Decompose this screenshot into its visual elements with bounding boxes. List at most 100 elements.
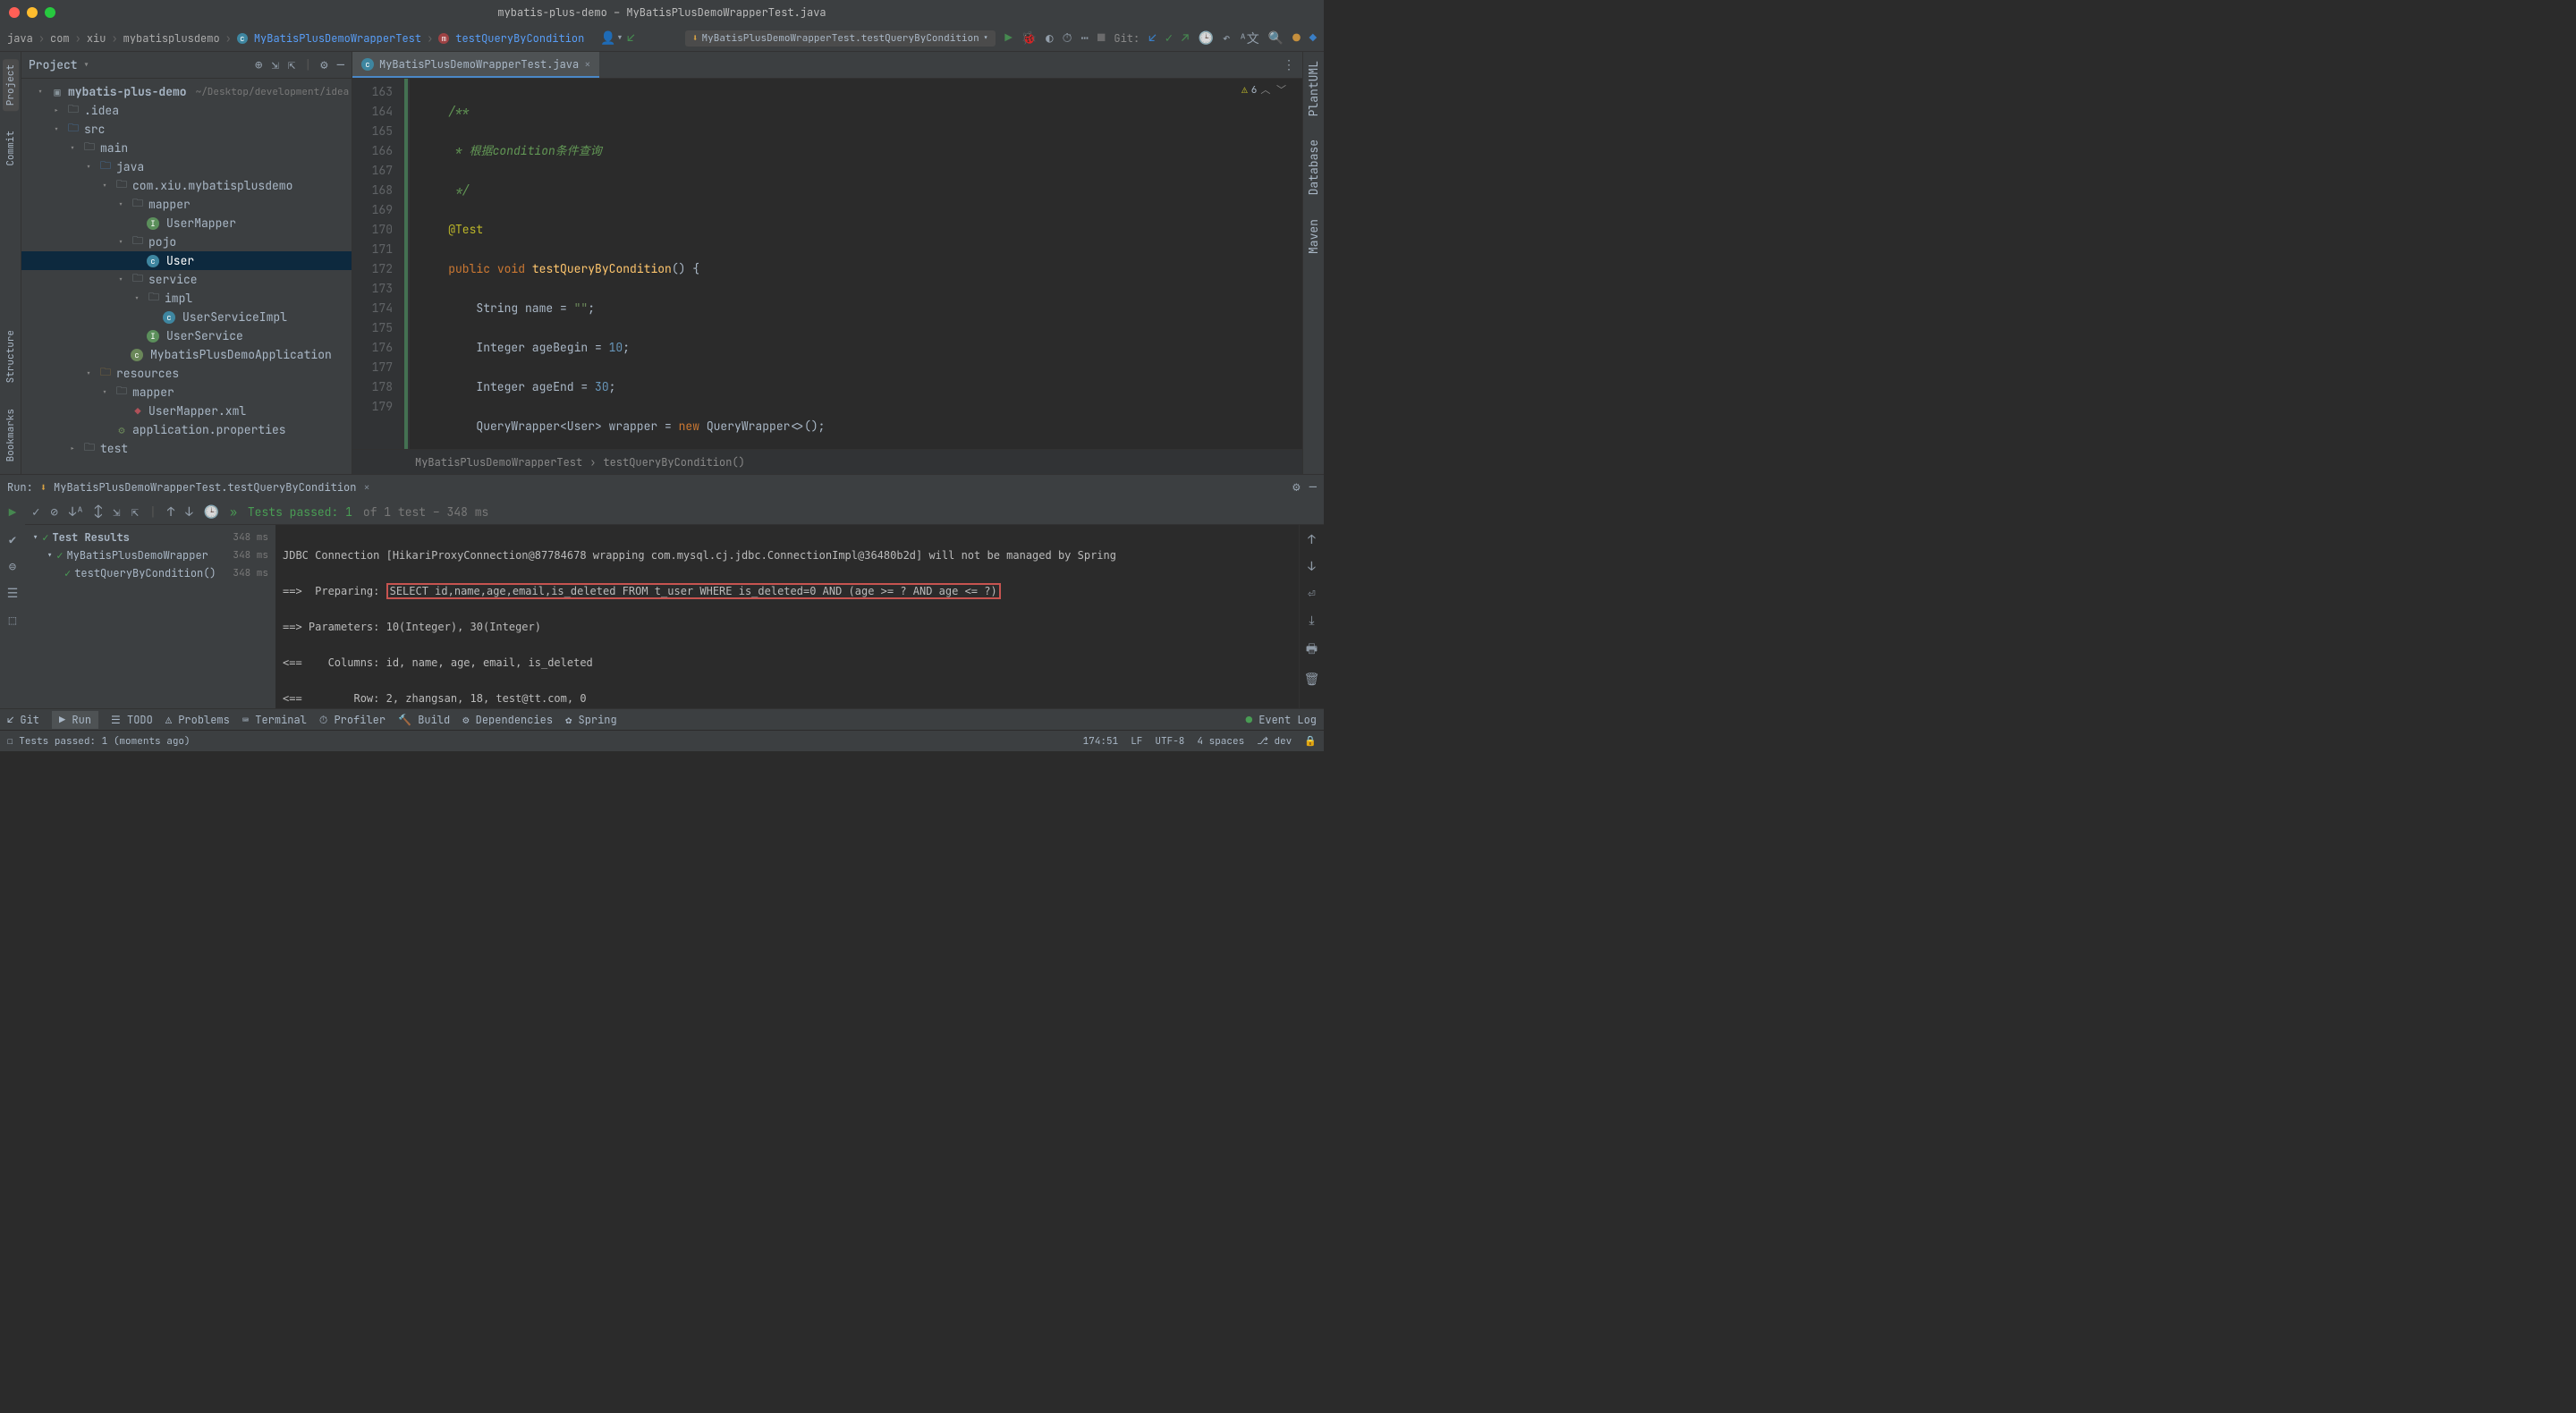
tool-bookmarks[interactable]: Bookmarks	[3, 403, 19, 467]
debug-button[interactable]: 🐞	[1021, 30, 1037, 47]
tab-build[interactable]: 🔨 Build	[398, 713, 450, 727]
stop-button[interactable]: ■	[1097, 30, 1105, 47]
tab-spring[interactable]: ✿ Spring	[565, 713, 617, 727]
tab-terminal[interactable]: ⌨ Terminal	[242, 713, 307, 727]
test-tree[interactable]: ▾ ✓ Test Results348 ms ▾ ✓ MyBatisPlusDe…	[25, 525, 275, 708]
status-pos[interactable]: 174:51	[1083, 735, 1119, 748]
clear-icon[interactable]: 🗑	[1304, 672, 1320, 688]
hide-panel-icon[interactable]: —	[337, 57, 344, 73]
status-line-sep[interactable]: LF	[1131, 735, 1142, 748]
status-branch[interactable]: ⎇ dev	[1257, 735, 1292, 748]
status-encoding[interactable]: UTF-8	[1155, 735, 1184, 748]
settings-icon[interactable]: ⚙	[320, 57, 327, 73]
tree-userservice[interactable]: IUserService	[21, 326, 352, 345]
run-tab-label[interactable]: MyBatisPlusDemoWrapperTest.testQueryByCo…	[54, 480, 356, 495]
tool-project[interactable]: Project	[3, 59, 19, 111]
tree-userserviceimpl[interactable]: cUserServiceImpl	[21, 308, 352, 326]
tree-usermapper-xml[interactable]: ◆UserMapper.xml	[21, 402, 352, 420]
tree-impl[interactable]: ▾🗀impl	[21, 289, 352, 308]
exit-icon[interactable]: ⬚	[9, 613, 16, 629]
tree-user[interactable]: cUser	[21, 251, 352, 270]
git-rollback-icon[interactable]: ↶	[1223, 30, 1230, 47]
attach-button[interactable]: ⋯	[1081, 30, 1089, 47]
search-icon[interactable]: 🔍	[1268, 30, 1284, 47]
breadcrumb-com[interactable]: com	[50, 31, 70, 46]
disabled-icon[interactable]: ⊘	[50, 504, 57, 520]
ide-settings-icon[interactable]: ◆	[1309, 30, 1317, 47]
status-indent[interactable]: 4 spaces	[1197, 735, 1244, 748]
tab-dependencies[interactable]: ⚙ Dependencies	[462, 713, 553, 727]
project-tree[interactable]: ▾▣mybatis-plus-demo~/Desktop/development…	[21, 79, 352, 461]
console-output[interactable]: JDBC Connection [HikariProxyConnection@8…	[275, 525, 1299, 708]
minimize-window[interactable]	[27, 7, 38, 18]
hide-run-icon[interactable]: —	[1309, 479, 1317, 495]
tree-appprops[interactable]: ⚙application.properties	[21, 420, 352, 439]
tree-resources[interactable]: ▾🗀resources	[21, 364, 352, 383]
git-update-icon[interactable]: ↙	[1148, 30, 1156, 47]
stop-icon[interactable]: ✔	[9, 532, 16, 548]
test-method[interactable]: ✓ testQueryByCondition()348 ms	[25, 564, 275, 582]
pin-icon[interactable]: ☰	[7, 586, 19, 602]
tree-main[interactable]: ▾🗀main	[21, 139, 352, 157]
maximize-window[interactable]	[45, 7, 55, 18]
translate-icon[interactable]: ᴬ文	[1239, 30, 1258, 47]
gear-icon[interactable]: ⚙	[1292, 479, 1300, 495]
locate-icon[interactable]: ⊕	[255, 57, 262, 73]
collapse-icon[interactable]: ⇱	[131, 504, 139, 520]
close-tab-icon[interactable]: ×	[584, 57, 590, 72]
editor-tab[interactable]: c MyBatisPlusDemoWrapperTest.java ×	[352, 52, 599, 78]
profile-button[interactable]: ⏱	[1063, 30, 1072, 47]
check-icon[interactable]: ✓	[32, 504, 39, 520]
tab-problems[interactable]: ⚠ Problems	[165, 713, 230, 727]
back-icon[interactable]: ↙	[627, 30, 634, 47]
tree-mapper[interactable]: ▾🗀mapper	[21, 195, 352, 214]
tool-plantuml[interactable]: PlantUML	[1304, 55, 1323, 122]
user-icon[interactable]: 👤▾	[600, 30, 623, 47]
clock-icon[interactable]: 🕒	[204, 504, 219, 520]
project-label[interactable]: Project	[29, 57, 78, 72]
git-push-icon[interactable]: ↗	[1182, 30, 1189, 47]
coverage-button[interactable]: ◐	[1046, 30, 1053, 47]
expand-all-icon[interactable]: ⇲	[271, 57, 278, 73]
breadcrumb-xiu[interactable]: xiu	[87, 31, 106, 46]
rerun-icon[interactable]: ▶	[9, 505, 16, 521]
up-icon[interactable]: ↑	[167, 504, 174, 520]
tree-pkg[interactable]: ▾🗀com.xiu.mybatisplusdemo	[21, 176, 352, 195]
avatar-icon[interactable]: ●	[1292, 30, 1300, 47]
soft-wrap-icon[interactable]: ⏎	[1308, 586, 1315, 602]
breadcrumb-java[interactable]: java	[7, 31, 33, 46]
tree-idea[interactable]: ▸🗀.idea	[21, 101, 352, 120]
git-commit-icon[interactable]: ✓	[1165, 30, 1173, 47]
tree-java[interactable]: ▾🗀java	[21, 157, 352, 176]
tree-app[interactable]: cMybatisPlusDemoApplication	[21, 345, 352, 364]
test-root[interactable]: ▾ ✓ Test Results348 ms	[25, 529, 275, 546]
more-icon[interactable]: ⋮	[1283, 57, 1295, 73]
breadcrumb-class[interactable]: MyBatisPlusDemoWrapperTest	[254, 31, 421, 46]
code-editor[interactable]: /** * 根据condition条件查询 */ @Test public vo…	[410, 79, 1302, 449]
tab-event-log[interactable]: ● Event Log	[1246, 713, 1317, 727]
close-run-icon[interactable]: ×	[363, 480, 369, 495]
scroll-down-icon[interactable]: ↓	[1308, 559, 1315, 575]
tool-maven[interactable]: Maven	[1304, 214, 1323, 259]
down-icon[interactable]: ↓	[185, 504, 192, 520]
tree-pojo[interactable]: ▾🗀pojo	[21, 233, 352, 251]
tree-mapper-res[interactable]: ▾🗀mapper	[21, 383, 352, 402]
tree-test[interactable]: ▸🗀test	[21, 439, 352, 458]
tab-git[interactable]: ↙ Git	[7, 713, 39, 727]
breadcrumb-method[interactable]: testQueryByCondition	[455, 31, 584, 46]
tool-commit[interactable]: Commit	[3, 125, 19, 172]
toggle-icon[interactable]: ⊜	[9, 559, 16, 575]
tree-service[interactable]: ▾🗀service	[21, 270, 352, 289]
tab-profiler[interactable]: ⏱ Profiler	[319, 713, 386, 727]
expand-icon[interactable]: ⇲	[113, 504, 120, 520]
tab-todo[interactable]: ☰ TODO	[111, 713, 153, 727]
scroll-end-icon[interactable]: ⤓	[1309, 613, 1314, 629]
tree-usermapper[interactable]: IUserMapper	[21, 214, 352, 233]
test-class[interactable]: ▾ ✓ MyBatisPlusDemoWrapper348 ms	[25, 546, 275, 564]
tool-database[interactable]: Database	[1304, 134, 1323, 200]
tree-src[interactable]: ▾🗀src	[21, 120, 352, 139]
breadcrumb-pkg[interactable]: mybatisplusdemo	[123, 31, 220, 46]
print-icon[interactable]: 🖶	[1306, 639, 1318, 661]
collapse-all-icon[interactable]: ⇱	[288, 57, 295, 73]
scroll-up-icon[interactable]: ↑	[1308, 532, 1315, 548]
